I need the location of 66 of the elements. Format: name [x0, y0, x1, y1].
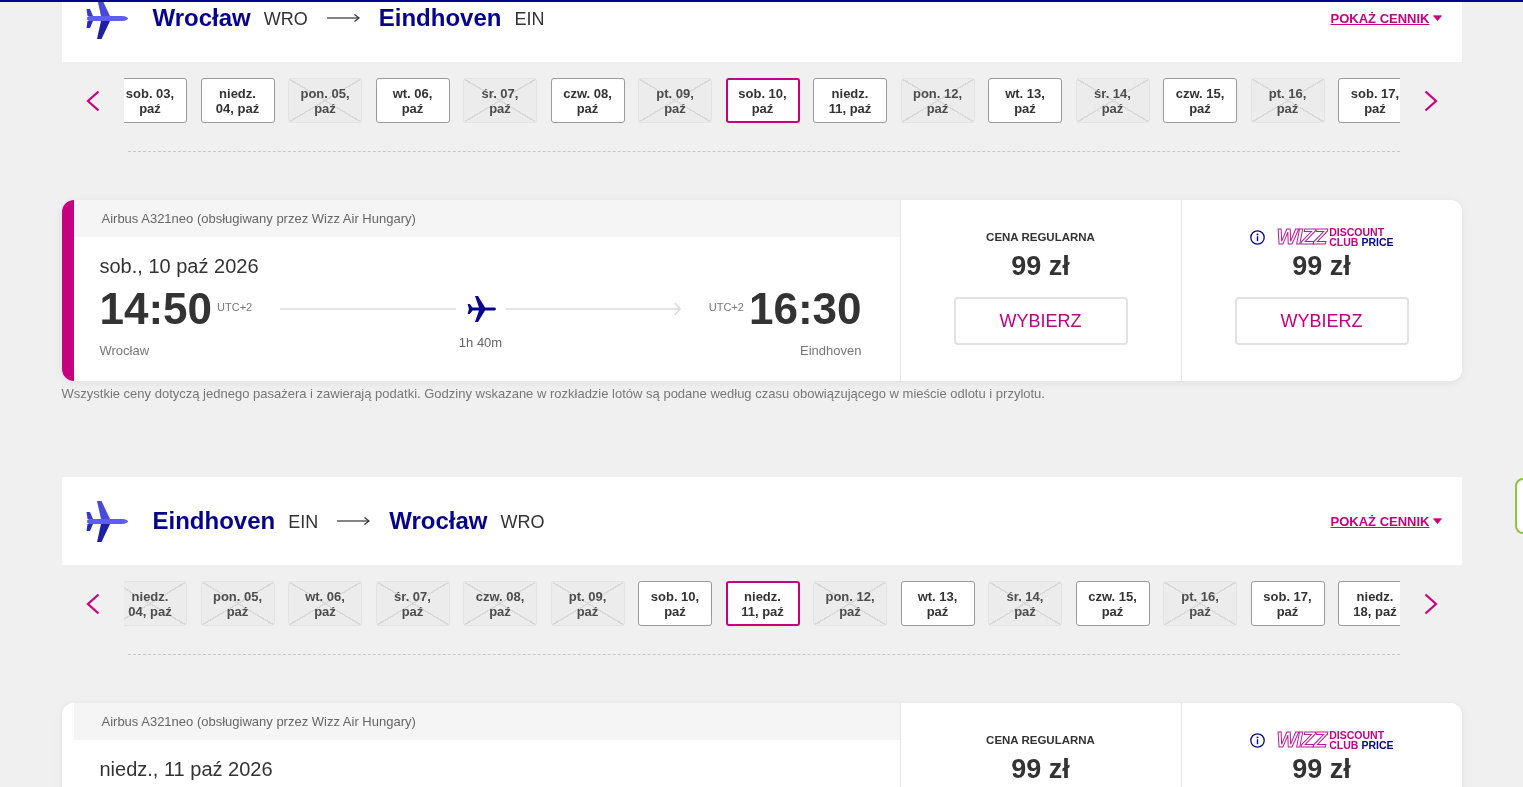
arrival-time: 16:30 — [748, 285, 862, 333]
fare-label: CENA REGULARNA — [986, 734, 1095, 746]
price-note: Wszystkie ceny dotyczą jednego pasażera i zawierają podatki. Godziny wskazane w rozkładzie lotów są podane według czasu obowiązującego w mieście odlotu i przylotu. — [61, 386, 1046, 402]
date-option[interactable]: czw. 08, paź — [550, 78, 625, 123]
destination-city: Wrocław — [389, 507, 488, 535]
date-option[interactable]: czw. 15, paź — [1163, 78, 1237, 123]
caret-down-icon — [1432, 15, 1442, 21]
logo-wordmark: WIZZ — [1276, 729, 1327, 751]
chevron-left-icon — [85, 592, 100, 615]
show-prices-link[interactable]: POKAŻ CENNIK — [1330, 513, 1442, 529]
fare-price: 99 zł — [1292, 753, 1351, 785]
origin-code: WRO — [263, 8, 308, 30]
aircraft-info-bar: Airbus A321neo (obsługiwany przez Wizz Air Hungary) — [73, 703, 900, 740]
date-option[interactable]: niedz. 04, paź — [200, 78, 275, 123]
departure-time: 14:50 — [99, 285, 213, 333]
date-option[interactable]: sob. 10, paź — [725, 78, 800, 123]
logo-caption: DISCOUNT CLUB PRICE — [1329, 227, 1394, 247]
flight-date: sob., 10 paź 2026 — [99, 254, 260, 278]
arrival-city: Eindhoven — [799, 343, 862, 359]
caret-down-icon — [1432, 518, 1442, 524]
origin-city: Wrocław — [152, 4, 251, 32]
next-dates-button[interactable] — [1423, 89, 1438, 112]
airplane-icon — [85, 500, 128, 542]
timezone-label: UTC+2 — [217, 301, 253, 314]
origin-code: EIN — [288, 511, 319, 533]
next-dates-button[interactable] — [1423, 592, 1438, 615]
destination-code: EIN — [514, 8, 545, 30]
chevron-left-icon — [85, 89, 100, 112]
info-icon[interactable] — [1249, 229, 1265, 245]
logo-wordmark: WIZZ — [1276, 226, 1327, 248]
previous-dates-button[interactable] — [85, 592, 100, 615]
airplane-icon — [465, 295, 496, 323]
timezone-label: UTC+2 — [708, 301, 744, 314]
show-prices-link[interactable]: POKAŻ CENNIK — [1330, 10, 1442, 26]
previous-dates-button[interactable] — [85, 89, 100, 112]
date-option[interactable]: sob. 17, paź — [1250, 581, 1325, 626]
fare-price: 99 zł — [1011, 753, 1070, 785]
date-option[interactable]: wt. 13, paź — [900, 581, 975, 626]
arrow-icon — [326, 13, 360, 23]
origin-city: Eindhoven — [152, 507, 276, 535]
logo-caption: DISCOUNT CLUB PRICE — [1329, 730, 1394, 750]
destination-code: WRO — [500, 511, 545, 533]
flight-date: niedz., 11 paź 2026 — [99, 757, 274, 781]
fare-price: 99 zł — [1292, 250, 1351, 282]
date-option[interactable]: sob. 03, paź — [123, 78, 187, 123]
date-option[interactable]: niedz. 11, paź — [725, 581, 800, 626]
arrow-icon — [337, 516, 371, 526]
date-option[interactable]: niedz. 11, paź — [813, 78, 887, 123]
fare-label: CENA REGULARNA — [986, 231, 1095, 243]
date-option[interactable]: czw. 15, paź — [1075, 581, 1150, 626]
fare-price: 99 zł — [1011, 250, 1070, 282]
date-option[interactable]: wt. 13, paź — [988, 78, 1062, 123]
date-option[interactable]: wt. 06, paź — [375, 78, 450, 123]
destination-city: Eindhoven — [378, 4, 502, 32]
chevron-right-icon — [1423, 592, 1438, 615]
select-fare-button[interactable]: WYBIERZ — [1234, 297, 1409, 345]
departure-city: Wrocław — [99, 343, 151, 359]
info-icon[interactable] — [1249, 732, 1265, 748]
date-option[interactable]: sob. 17, paź — [1338, 78, 1400, 123]
chevron-right-icon — [1423, 89, 1438, 112]
flight-duration: 1h 40m — [457, 335, 504, 352]
date-option[interactable]: niedz. 18, paź — [1338, 581, 1400, 626]
select-fare-button[interactable]: WYBIERZ — [953, 297, 1128, 345]
date-option[interactable]: sob. 10, paź — [638, 581, 712, 626]
airplane-icon — [85, 0, 128, 39]
aircraft-info-bar: Airbus A321neo (obsługiwany przez Wizz Air Hungary) — [73, 200, 900, 237]
